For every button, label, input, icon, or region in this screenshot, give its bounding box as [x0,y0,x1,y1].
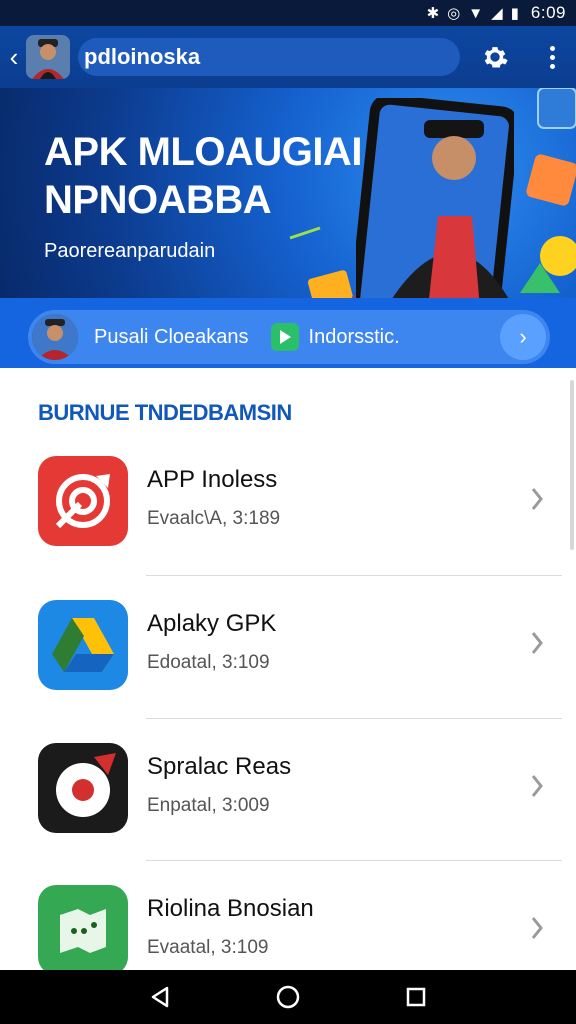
chevron-right-icon [530,773,544,799]
google-play-badge-icon [270,323,299,351]
back-nav-icon[interactable] [140,977,180,1017]
record-app-icon [38,743,128,833]
app-subtitle: Evaatal, 3:109 [147,937,269,958]
gear-icon[interactable] [478,40,512,74]
banner-title-line2: NPNOABBA [44,178,272,222]
app-subtitle: Evaalc\A, 3:189 [147,508,281,529]
more-options-icon[interactable] [542,40,562,74]
home-nav-icon[interactable] [268,977,308,1017]
chevron-right-icon [530,915,544,941]
bluetooth-icon: ✱ [426,4,440,22]
divider [146,718,562,719]
screen: ✱ ◎ ▼ ◢ ▮ 6:09 ‹ pdloinoska APK MLOAUGIA… [0,0,576,1024]
app-subtitle: Edoatal, 3:109 [147,652,270,673]
promo-card[interactable]: Pusali Cloeakans Indorsstic. › [28,310,550,364]
promo-strip: Pusali Cloeakans Indorsstic. › [0,298,576,368]
avatar[interactable] [26,35,70,79]
search-field[interactable]: pdloinoska [78,38,460,76]
system-nav-bar [0,970,576,1024]
wifi-icon: ▼ [468,4,484,22]
list-item[interactable]: Aplaky GPK Edoatal, 3:109 [0,600,576,740]
app-bar: ‹ pdloinoska [0,26,576,88]
promo-avatar [32,314,78,360]
app-name: APP Inoless [147,466,278,493]
app-name: Riolina Bnosian [147,895,314,922]
list-item[interactable]: Spralac Reas Enpatal, 3:009 [0,743,576,883]
promo-label-secondary: Indorsstic. [308,325,400,348]
alarm-icon: ◎ [447,4,461,22]
map-app-icon [38,885,128,975]
status-bar: ✱ ◎ ▼ ◢ ▮ 6:09 [0,0,576,26]
app-subtitle: Enpatal, 3:009 [147,795,270,816]
banner-subtitle: Paorereanparudain [44,240,216,262]
app-name: Aplaky GPK [147,610,277,637]
divider [146,860,562,861]
clock: 6:09 [530,3,566,22]
promo-label-primary: Pusali Cloeakans [94,325,249,348]
battery-icon: ▮ [510,4,519,22]
section-title: BURNUE TNDEDBAMSIN [38,400,292,425]
banner-title-line1: APK MLOAUGIAI [44,130,362,174]
recents-nav-icon[interactable] [396,977,436,1017]
divider [146,575,562,576]
chevron-right-icon[interactable]: › [500,314,546,360]
target-app-icon [38,456,128,546]
chevron-right-icon [530,630,544,656]
chevron-right-icon [530,486,544,512]
app-name: Spralac Reas [147,753,292,780]
banner-title: APK MLOAUGIAI NPNOABBA [44,128,362,224]
back-icon[interactable]: ‹ [4,37,24,77]
drive-app-icon [38,600,128,690]
banner-phone-image [349,94,520,298]
hero-banner[interactable]: APK MLOAUGIAI NPNOABBA Paorereanparudain [0,88,576,298]
app-title: pdloinoska [84,44,201,69]
signal-icon: ◢ [491,4,503,22]
